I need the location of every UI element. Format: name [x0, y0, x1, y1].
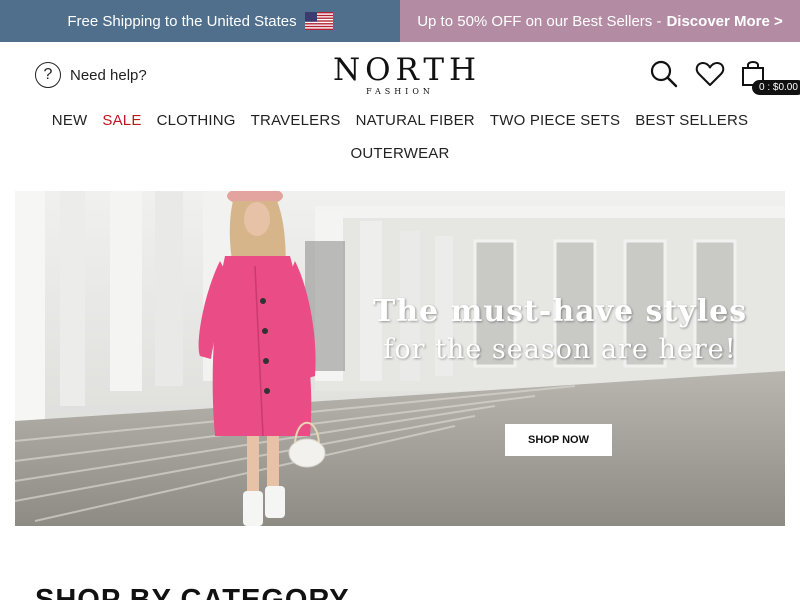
cart-badge: 0 : $0.00 [752, 80, 800, 95]
logo-wordmark: NORTH [333, 52, 482, 88]
cart-total: $0.00 [772, 82, 798, 93]
search-icon [650, 60, 678, 88]
header-icons: 0 : $0.00 [648, 58, 800, 95]
shipping-text: Free Shipping to the United States [67, 12, 297, 30]
nav-item-two-piece-sets[interactable]: TWO PIECE SETS [490, 112, 620, 129]
announcement-bar: Free Shipping to the United States Up to… [0, 0, 800, 42]
cart-separator: : [767, 82, 771, 93]
nav-item-travelers[interactable]: TRAVELERS [251, 112, 341, 129]
hero-banner[interactable]: The must-have styles for the season are … [15, 191, 785, 526]
sale-announcement[interactable]: Up to 50% OFF on our Best Sellers - Disc… [400, 0, 800, 42]
help-link[interactable]: ? Need help? [35, 62, 147, 88]
heart-icon [695, 61, 725, 86]
shipping-announcement: Free Shipping to the United States [0, 0, 400, 42]
nav-item-new[interactable]: NEW [52, 112, 88, 129]
nav-row-2: OUTERWEAR [0, 141, 800, 165]
sale-announcement-text: Up to 50% OFF on our Best Sellers - [417, 12, 662, 30]
nav-item-best-sellers[interactable]: BEST SELLERS [635, 112, 748, 129]
main-navigation: NEW SALE CLOTHING TRAVELERS NATURAL FIBE… [0, 108, 800, 165]
wishlist-button[interactable] [694, 58, 726, 90]
hero-headline: The must-have styles [372, 294, 748, 329]
nav-item-sale[interactable]: SALE [102, 112, 141, 129]
section-title: SHOP BY CATEGORY [35, 584, 350, 600]
cart-button[interactable]: 0 : $0.00 [740, 58, 800, 95]
us-flag-icon [304, 12, 333, 30]
nav-item-outerwear[interactable]: OUTERWEAR [350, 145, 449, 162]
help-label: Need help? [70, 66, 147, 84]
nav-row-1: NEW SALE CLOTHING TRAVELERS NATURAL FIBE… [0, 108, 800, 132]
discover-more-link[interactable]: Discover More > [666, 13, 782, 30]
shop-now-button[interactable]: SHOP NOW [505, 424, 612, 456]
hero-subheadline: for the season are here! [383, 334, 737, 365]
search-button[interactable] [648, 58, 680, 90]
nav-item-natural-fiber[interactable]: NATURAL FIBER [356, 112, 475, 129]
nav-item-clothing[interactable]: CLOTHING [157, 112, 236, 129]
logo-subtitle: FASHION [366, 87, 434, 96]
site-header: ? Need help? NORTH FASHION 0 : $0.00 [0, 42, 800, 108]
site-logo[interactable]: NORTH FASHION [333, 52, 482, 97]
cart-count: 0 [759, 82, 765, 93]
question-icon: ? [35, 62, 61, 88]
